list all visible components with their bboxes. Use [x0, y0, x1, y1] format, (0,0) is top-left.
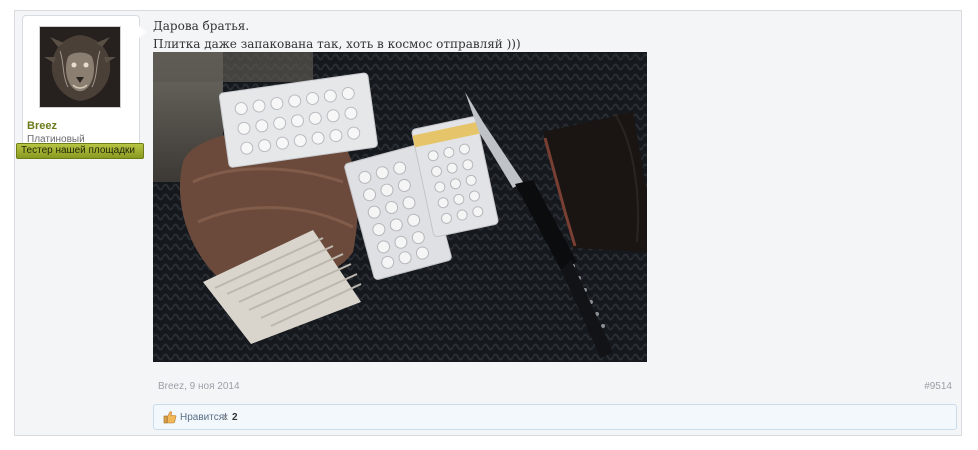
post-author-date[interactable]: Breez, 9 ноя 2014 — [158, 381, 240, 392]
photo-pills-knife — [153, 52, 647, 362]
likes-label-link[interactable]: Нравится! — [180, 412, 227, 423]
likes-summary: Нравится! x 2 — [153, 404, 957, 430]
message-body: Дарова братья. Плитка даже запакована та… — [153, 17, 521, 53]
likes-times: x — [223, 412, 228, 423]
user-banner: Тестер нашей площадки — [16, 143, 144, 159]
author-card: Breez Платиновый — [22, 15, 146, 159]
thumbs-up-icon — [163, 411, 177, 424]
message-line: Плитка даже запакована так, хоть в космо… — [153, 37, 521, 51]
attached-photo[interactable] — [153, 52, 647, 362]
user-avatar[interactable] — [39, 26, 121, 108]
message-line: Дарова братья. — [153, 19, 250, 33]
post-number-link[interactable]: #9514 — [924, 381, 952, 392]
lion-avatar-image — [40, 27, 120, 107]
username-link[interactable]: Breez — [27, 120, 57, 132]
likes-count: 2 — [232, 412, 238, 423]
